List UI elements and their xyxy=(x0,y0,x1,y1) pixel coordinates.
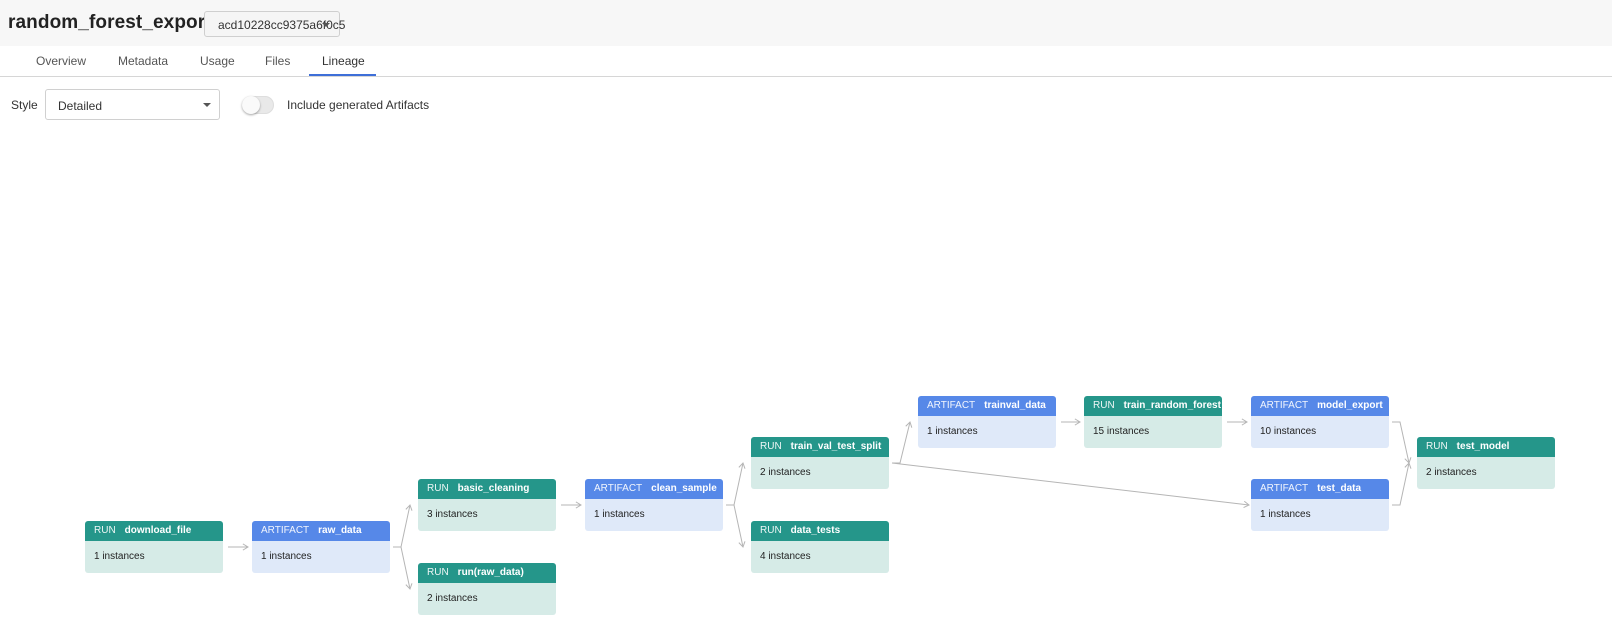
node-header: ARTIFACT raw_data xyxy=(252,521,390,541)
node-name: train_random_forest xyxy=(1123,400,1221,411)
lineage-edge xyxy=(1392,462,1410,506)
lineage-edge xyxy=(393,504,411,548)
node-header: ARTIFACT test_data xyxy=(1251,479,1389,499)
node-type: RUN xyxy=(760,441,782,452)
node-type: ARTIFACT xyxy=(594,483,643,494)
node-instances: 1 instances xyxy=(85,541,223,573)
node-header: RUN data_tests xyxy=(751,521,889,541)
node-header: RUN run(raw_data) xyxy=(418,563,556,583)
lineage-node[interactable]: RUN test_model 2 instances xyxy=(1417,437,1555,489)
node-instances: 2 instances xyxy=(1417,457,1555,489)
node-name: test_data xyxy=(1317,483,1362,494)
lineage-node[interactable]: ARTIFACT trainval_data 1 instances xyxy=(918,396,1056,448)
node-name: download_file xyxy=(124,525,192,536)
lineage-node[interactable]: RUN run(raw_data) 2 instances xyxy=(418,563,556,615)
node-instances: 2 instances xyxy=(418,583,556,615)
lineage-edge xyxy=(726,462,744,506)
lineage-edge xyxy=(1392,421,1410,464)
node-header: RUN basic_cleaning xyxy=(418,479,556,499)
node-type: RUN xyxy=(760,525,782,536)
node-header: RUN download_file xyxy=(85,521,223,541)
lineage-node[interactable]: RUN train_random_forest 15 instances xyxy=(1084,396,1222,448)
lineage-node[interactable]: ARTIFACT test_data 1 instances xyxy=(1251,479,1389,531)
lineage-node[interactable]: ARTIFACT model_export 10 instances xyxy=(1251,396,1389,448)
node-type: ARTIFACT xyxy=(1260,400,1309,411)
node-name: data_tests xyxy=(790,525,841,536)
node-name: clean_sample xyxy=(651,483,717,494)
lineage-node[interactable]: RUN train_val_test_split 2 instances xyxy=(751,437,889,489)
node-name: test_model xyxy=(1456,441,1510,452)
node-name: model_export xyxy=(1317,400,1383,411)
lineage-node[interactable]: ARTIFACT clean_sample 1 instances xyxy=(585,479,723,531)
lineage-edge xyxy=(891,462,1250,506)
node-header: ARTIFACT model_export xyxy=(1251,396,1389,416)
node-header: RUN train_random_forest xyxy=(1084,396,1222,416)
node-instances: 1 instances xyxy=(1251,499,1389,531)
node-header: RUN test_model xyxy=(1417,437,1555,457)
node-type: RUN xyxy=(427,567,449,578)
node-instances: 15 instances xyxy=(1084,416,1222,448)
lineage-node[interactable]: RUN download_file 1 instances xyxy=(85,521,223,573)
node-instances: 2 instances xyxy=(751,457,889,489)
node-instances: 4 instances xyxy=(751,541,889,573)
lineage-edge xyxy=(726,504,744,548)
lineage-node[interactable]: RUN data_tests 4 instances xyxy=(751,521,889,573)
node-type: ARTIFACT xyxy=(927,400,976,411)
lineage-node[interactable]: RUN basic_cleaning 3 instances xyxy=(418,479,556,531)
node-type: ARTIFACT xyxy=(1260,483,1309,494)
node-name: train_val_test_split xyxy=(790,441,882,452)
node-name: basic_cleaning xyxy=(457,483,530,494)
node-type: RUN xyxy=(1093,400,1115,411)
lineage-edge xyxy=(393,546,411,590)
node-header: RUN train_val_test_split xyxy=(751,437,889,457)
node-instances: 1 instances xyxy=(252,541,390,573)
node-instances: 1 instances xyxy=(918,416,1056,448)
lineage-edge xyxy=(892,421,911,464)
node-type: RUN xyxy=(427,483,449,494)
node-name: trainval_data xyxy=(984,400,1046,411)
node-name: run(raw_data) xyxy=(457,567,524,578)
node-type: RUN xyxy=(1426,441,1448,452)
lineage-node[interactable]: ARTIFACT raw_data 1 instances xyxy=(252,521,390,573)
node-type: RUN xyxy=(94,525,116,536)
node-header: ARTIFACT clean_sample xyxy=(585,479,723,499)
node-instances: 1 instances xyxy=(585,499,723,531)
node-name: raw_data xyxy=(318,525,362,536)
node-instances: 10 instances xyxy=(1251,416,1389,448)
node-header: ARTIFACT trainval_data xyxy=(918,396,1056,416)
node-instances: 3 instances xyxy=(418,499,556,531)
node-type: ARTIFACT xyxy=(261,525,310,536)
